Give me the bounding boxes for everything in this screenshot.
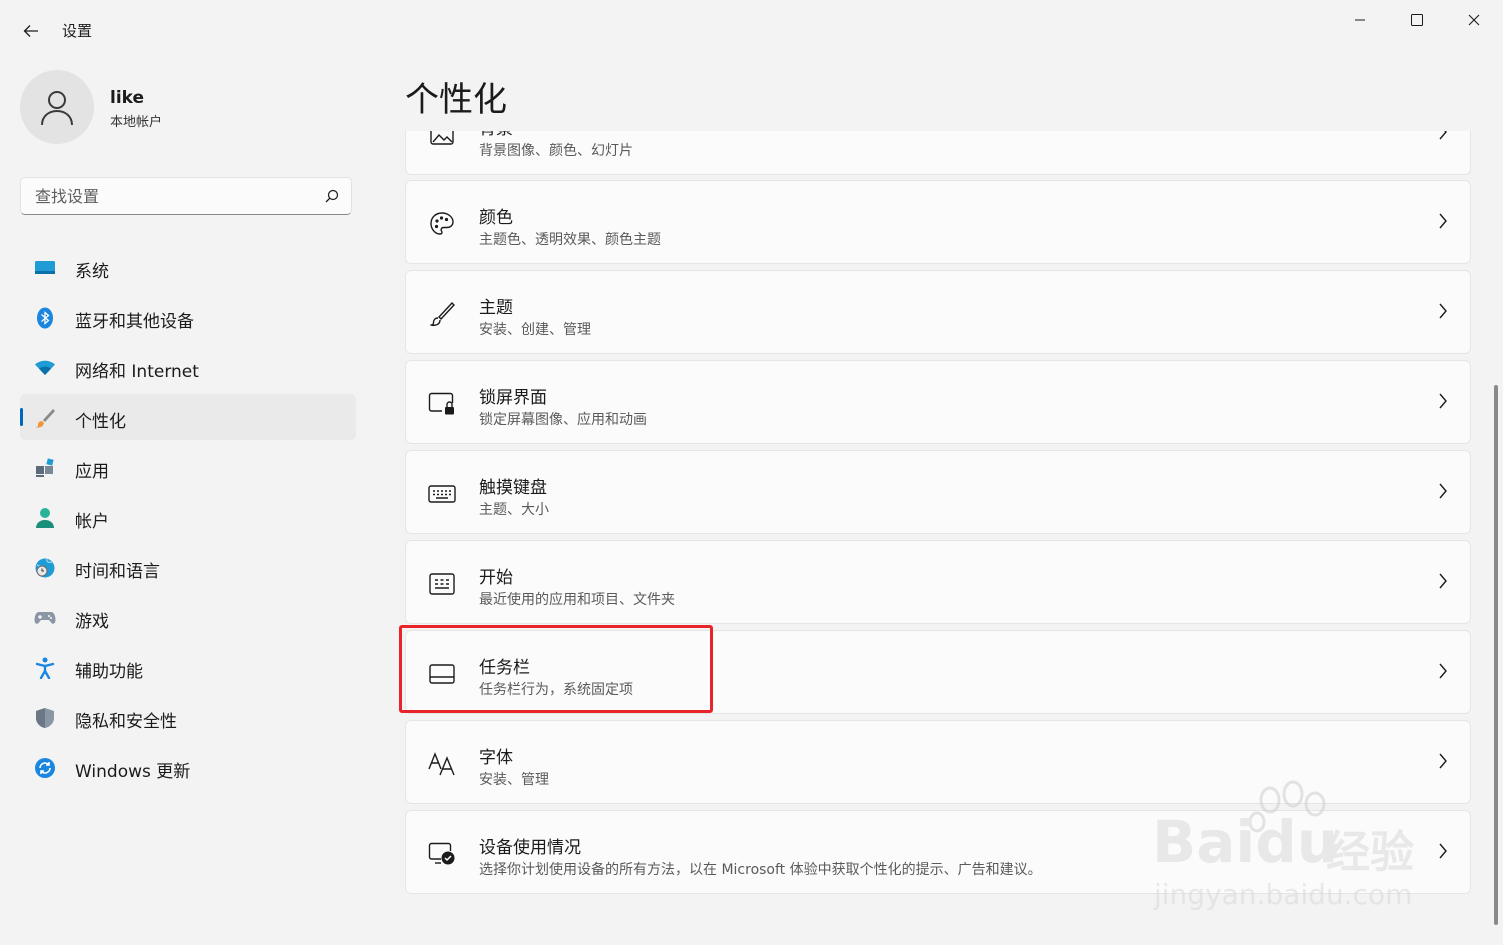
sidebar-item-accessibility[interactable]: 辅助功能	[20, 644, 356, 690]
keyboard-icon	[428, 480, 456, 508]
shield-icon	[34, 707, 56, 729]
sidebar-item-network[interactable]: 网络和 Internet	[20, 344, 356, 390]
wifi-icon	[34, 357, 56, 379]
chevron-right-icon	[1438, 663, 1448, 683]
chevron-right-icon	[1438, 753, 1448, 773]
sidebar-item-time-language[interactable]: 时间和语言	[20, 544, 356, 590]
search-box[interactable]	[20, 177, 352, 215]
chevron-right-icon	[1438, 131, 1448, 144]
device-usage-icon	[428, 840, 456, 868]
maximize-button[interactable]	[1394, 6, 1440, 34]
card-subtitle: 安装、管理	[479, 772, 549, 788]
sidebar-item-label: 游戏	[75, 612, 109, 632]
palette-icon	[428, 210, 456, 238]
baidu-watermark: Baidu 经验 jingyan.baidu.com	[1150, 780, 1430, 920]
card-title: 触摸键盘	[479, 478, 547, 498]
sidebar-item-gaming[interactable]: 游戏	[20, 594, 356, 640]
sidebar-item-label: 应用	[75, 462, 109, 482]
chevron-right-icon	[1438, 303, 1448, 323]
watermark-brand: Baidu	[1152, 808, 1339, 876]
page-title: 个性化	[405, 80, 507, 120]
sidebar-item-label: 蓝牙和其他设备	[75, 312, 194, 332]
card-subtitle: 选择你计划使用设备的所有方法，以在 Microsoft 体验中获取个性化的提示、…	[479, 862, 1042, 878]
card-lock-screen[interactable]: 锁屏界面 锁定屏幕图像、应用和动画	[405, 360, 1471, 444]
card-subtitle: 最近使用的应用和项目、文件夹	[479, 592, 675, 608]
card-themes[interactable]: 主题 安装、创建、管理	[405, 270, 1471, 354]
chevron-right-icon	[1438, 483, 1448, 503]
account-type: 本地帐户	[110, 115, 163, 130]
card-start[interactable]: 开始 最近使用的应用和项目、文件夹	[405, 540, 1471, 624]
apps-icon	[34, 457, 56, 479]
sidebar-item-label: 帐户	[75, 512, 109, 532]
system-icon	[34, 257, 56, 279]
card-subtitle: 锁定屏幕图像、应用和动画	[479, 412, 647, 428]
card-title: 颜色	[479, 208, 513, 228]
card-subtitle: 安装、创建、管理	[479, 322, 591, 338]
title-bar: 设置	[0, 0, 1503, 60]
card-title: 设备使用情况	[479, 838, 581, 858]
sidebar-item-label: 辅助功能	[75, 662, 143, 682]
card-subtitle: 主题、大小	[479, 502, 549, 518]
card-subtitle: 主题色、透明效果、颜色主题	[479, 232, 661, 248]
brush-icon	[34, 407, 56, 429]
window-title: 设置	[62, 22, 93, 40]
sidebar-item-label: 隐私和安全性	[75, 712, 177, 732]
watermark-brand-cn: 经验	[1326, 827, 1414, 878]
card-colors[interactable]: 颜色 主题色、透明效果、颜色主题	[405, 180, 1471, 264]
card-title: 主题	[479, 298, 513, 318]
search-input[interactable]	[33, 186, 307, 207]
sidebar-nav: 系统 蓝牙和其他设备 网络和 Internet 个性化 应用 帐户 时间和语言 …	[20, 244, 356, 794]
accessibility-icon	[34, 657, 56, 679]
sidebar-item-accounts[interactable]: 帐户	[20, 494, 356, 540]
chevron-right-icon	[1438, 393, 1448, 413]
card-title: 锁屏界面	[479, 388, 547, 408]
sidebar-item-label: Windows 更新	[75, 762, 191, 782]
sidebar-item-label: 网络和 Internet	[75, 362, 199, 382]
minimize-button[interactable]	[1337, 6, 1383, 34]
update-icon	[34, 757, 56, 779]
back-button[interactable]	[18, 18, 44, 44]
chevron-right-icon	[1438, 843, 1448, 863]
lock-screen-icon	[428, 390, 456, 418]
card-title: 背景	[479, 131, 513, 139]
user-name: like	[110, 88, 145, 108]
sidebar-item-windows-update[interactable]: Windows 更新	[20, 744, 356, 790]
card-background[interactable]: 背景 背景图像、颜色、幻灯片	[405, 131, 1471, 175]
sidebar-item-system[interactable]: 系统	[20, 244, 356, 290]
globe-clock-icon	[34, 557, 56, 579]
maximize-icon	[1411, 14, 1423, 26]
brush-icon	[428, 300, 456, 328]
card-title: 字体	[479, 748, 513, 768]
account-icon	[34, 507, 56, 529]
card-subtitle: 背景图像、颜色、幻灯片	[479, 143, 633, 159]
scrollbar-thumb[interactable]	[1494, 385, 1498, 925]
image-icon	[428, 131, 456, 149]
minimize-icon	[1355, 19, 1365, 21]
watermark-url: jingyan.baidu.com	[1154, 878, 1413, 911]
avatar	[20, 70, 94, 144]
chevron-right-icon	[1438, 213, 1448, 233]
bluetooth-icon	[34, 307, 56, 329]
sidebar-item-privacy[interactable]: 隐私和安全性	[20, 694, 356, 740]
search-icon[interactable]	[325, 188, 339, 207]
sidebar-item-label: 个性化	[75, 412, 126, 432]
sidebar-item-apps[interactable]: 应用	[20, 444, 356, 490]
card-touch-keyboard[interactable]: 触摸键盘 主题、大小	[405, 450, 1471, 534]
sidebar-item-bluetooth[interactable]: 蓝牙和其他设备	[20, 294, 356, 340]
highlight-box	[399, 625, 713, 713]
card-title: 开始	[479, 568, 513, 588]
person-icon	[41, 91, 73, 126]
user-profile[interactable]: like 本地帐户	[20, 70, 360, 146]
gamepad-icon	[34, 607, 56, 629]
sidebar-item-label: 系统	[75, 262, 109, 282]
close-icon	[1468, 14, 1480, 26]
sidebar-item-personalization[interactable]: 个性化	[20, 394, 356, 440]
sidebar-item-label: 时间和语言	[75, 562, 160, 582]
close-button[interactable]	[1451, 6, 1497, 34]
start-icon	[428, 570, 456, 598]
font-icon	[428, 750, 456, 778]
chevron-right-icon	[1438, 573, 1448, 593]
back-arrow-icon	[23, 25, 38, 37]
